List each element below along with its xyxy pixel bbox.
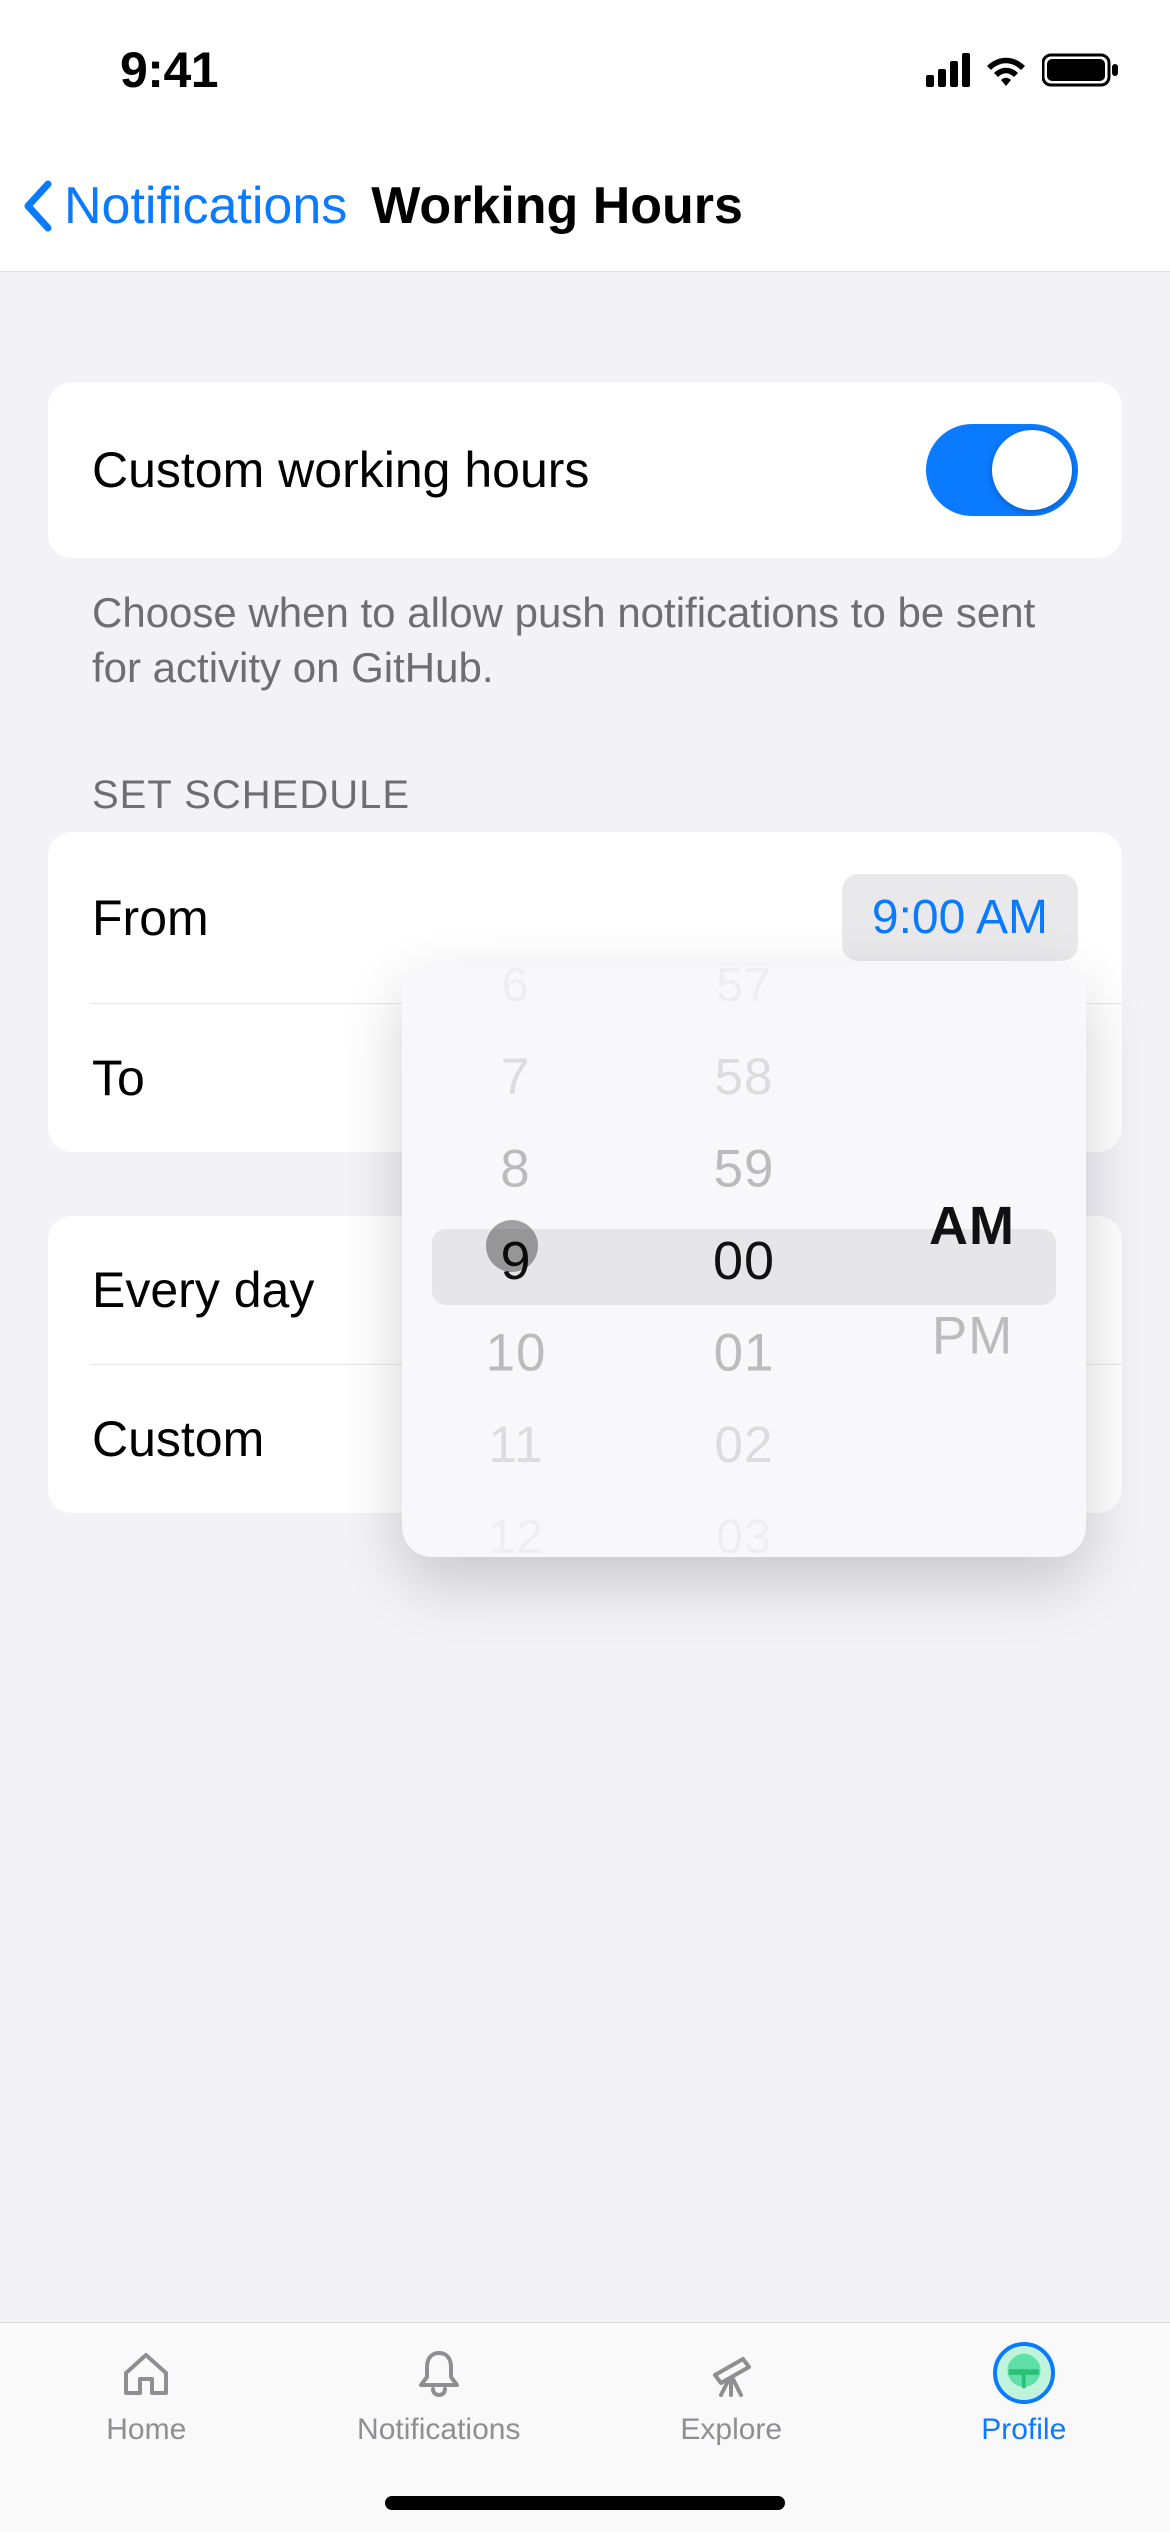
picker-hour-option[interactable]: 8 bbox=[501, 1139, 531, 1200]
wifi-icon bbox=[984, 53, 1028, 87]
picker-minute-option[interactable]: 01 bbox=[714, 1323, 775, 1384]
home-indicator bbox=[385, 2496, 785, 2510]
custom-hours-row: Custom working hours bbox=[48, 382, 1122, 558]
back-label: Notifications bbox=[64, 176, 347, 236]
custom-hours-label: Custom working hours bbox=[92, 441, 589, 499]
back-button[interactable]: Notifications bbox=[20, 176, 347, 236]
picker-hour-option[interactable]: 10 bbox=[486, 1323, 547, 1384]
status-indicators bbox=[926, 52, 1120, 88]
status-bar: 9:41 bbox=[0, 0, 1170, 140]
to-label: To bbox=[92, 1049, 145, 1107]
tab-profile-label: Profile bbox=[981, 2413, 1066, 2447]
picker-hour-option[interactable]: 6 bbox=[502, 965, 530, 1013]
schedule-section-header: SET SCHEDULE bbox=[48, 773, 1122, 818]
cellular-signal-icon bbox=[926, 53, 970, 87]
picker-ampm-selected[interactable]: AM bbox=[929, 1195, 1015, 1257]
home-icon bbox=[118, 2343, 174, 2403]
page-title: Working Hours bbox=[371, 176, 743, 236]
custom-hours-toggle[interactable] bbox=[926, 424, 1078, 516]
status-time: 9:41 bbox=[120, 41, 218, 99]
from-time-chip[interactable]: 9:00 AM bbox=[842, 874, 1078, 961]
picker-minute-column[interactable]: 57 58 59 00 01 02 03 bbox=[630, 965, 858, 1557]
nav-header: Notifications Working Hours bbox=[0, 140, 1170, 272]
tab-home[interactable]: Home bbox=[0, 2323, 293, 2532]
picker-minute-option[interactable]: 57 bbox=[716, 965, 772, 1013]
touch-indicator-icon bbox=[486, 1220, 538, 1272]
section-description: Choose when to allow push notifications … bbox=[48, 586, 1122, 695]
picker-ampm-option[interactable]: PM bbox=[931, 1306, 1012, 1367]
tab-home-label: Home bbox=[106, 2413, 186, 2447]
every-day-label: Every day bbox=[92, 1261, 314, 1319]
bell-icon bbox=[411, 2343, 467, 2403]
tab-profile[interactable]: Profile bbox=[878, 2323, 1170, 2532]
avatar-icon bbox=[993, 2343, 1055, 2403]
picker-hour-option[interactable]: 11 bbox=[488, 1416, 543, 1475]
picker-minute-selected[interactable]: 00 bbox=[713, 1230, 775, 1292]
picker-minute-option[interactable]: 03 bbox=[716, 1509, 772, 1557]
picker-ampm-column[interactable]: AM PM bbox=[858, 965, 1086, 1557]
telescope-icon bbox=[703, 2343, 759, 2403]
tab-notifications-label: Notifications bbox=[357, 2413, 520, 2447]
switch-knob bbox=[992, 430, 1072, 510]
picker-minute-option[interactable]: 02 bbox=[715, 1416, 774, 1475]
tab-explore-label: Explore bbox=[680, 2413, 782, 2447]
battery-icon bbox=[1042, 52, 1120, 88]
custom-hours-card: Custom working hours bbox=[48, 382, 1122, 558]
from-label: From bbox=[92, 889, 209, 947]
picker-hour-option[interactable]: 12 bbox=[488, 1509, 544, 1557]
picker-hour-option[interactable]: 7 bbox=[501, 1048, 530, 1107]
picker-minute-option[interactable]: 58 bbox=[715, 1048, 774, 1107]
custom-label: Custom bbox=[92, 1410, 264, 1468]
picker-minute-option[interactable]: 59 bbox=[714, 1139, 775, 1200]
chevron-left-icon bbox=[20, 180, 56, 232]
app-root: 9:41 Notifications Working Hours Custom … bbox=[0, 0, 1170, 2532]
